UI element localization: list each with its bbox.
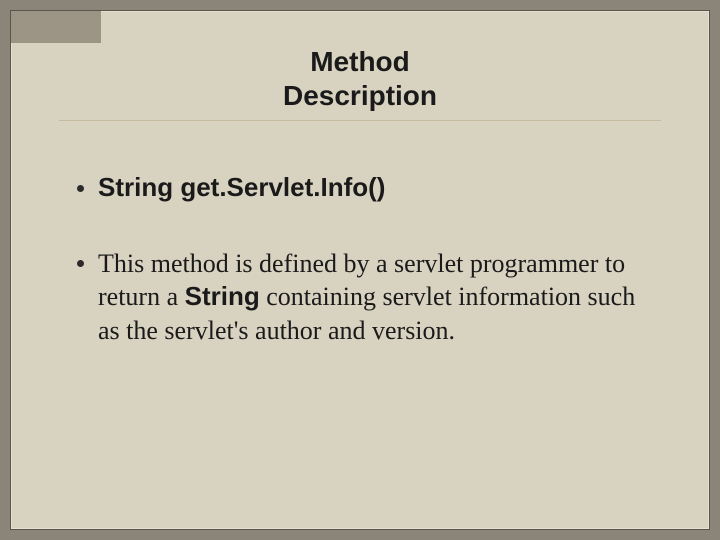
- slide-title: Method Description: [59, 45, 661, 112]
- slide-container: Method Description String get.Servlet.In…: [10, 10, 710, 530]
- bullet-dot-icon: [77, 185, 84, 192]
- title-line-1: Method: [59, 45, 661, 79]
- bullet-item: String get.Servlet.Info(): [59, 172, 661, 203]
- bullet-text-bold: String: [185, 281, 260, 311]
- corner-decoration: [11, 11, 101, 43]
- bullet-text: String get.Servlet.Info(): [98, 172, 385, 203]
- title-divider: [59, 120, 661, 122]
- title-line-2: Description: [59, 79, 661, 113]
- bullet-item: This method is defined by a servlet prog…: [59, 247, 661, 347]
- bullet-text: This method is defined by a servlet prog…: [98, 247, 658, 347]
- bullet-dot-icon: [77, 260, 84, 267]
